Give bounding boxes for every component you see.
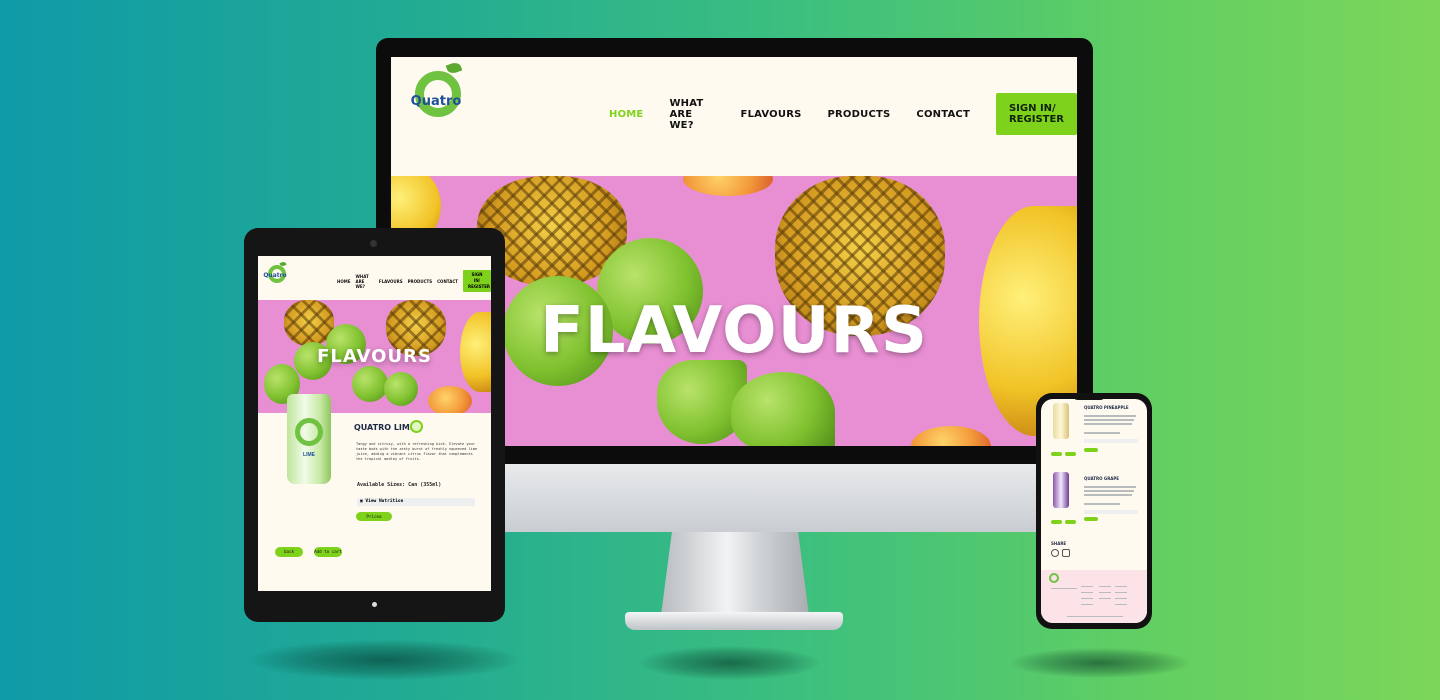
desktop-navbar: Quatro HOME WHAT ARE WE? FLAVOURS PRODUC… bbox=[391, 57, 1077, 175]
logo-ring-icon bbox=[295, 418, 323, 446]
footer-link bbox=[1081, 592, 1093, 593]
footer-link bbox=[1115, 604, 1127, 605]
hero-title: FLAVOURS bbox=[317, 346, 432, 367]
nav-flavours[interactable]: FLAVOURS bbox=[741, 109, 802, 120]
nutrition-toggle[interactable]: ▣ View Nutrition bbox=[357, 498, 475, 506]
nav-what-are-we[interactable]: WHAT ARE WE? bbox=[355, 274, 373, 289]
copyright-line bbox=[1067, 616, 1123, 617]
lime-wedge-image bbox=[352, 366, 388, 402]
footer-link bbox=[1051, 588, 1077, 589]
instagram-icon[interactable] bbox=[1062, 549, 1070, 557]
lime-wedge-image bbox=[731, 372, 835, 446]
add-to-cart-button[interactable]: Add to cart bbox=[314, 547, 342, 557]
nav-contact[interactable]: CONTACT bbox=[916, 109, 970, 120]
nav-home[interactable]: HOME bbox=[337, 279, 350, 284]
signin-button[interactable]: SIGN IN/ REGISTER bbox=[995, 93, 1077, 135]
logo-ring-icon bbox=[1049, 573, 1059, 583]
phone-screen: QUATRO PINEAPPLE QUATRO GRAPE SHARE bbox=[1041, 399, 1147, 623]
nav-what-are-we[interactable]: WHAT ARE WE? bbox=[669, 98, 714, 131]
product-sizes: Available Sizes: Can (355ml) bbox=[357, 482, 442, 488]
monitor-stand-base bbox=[625, 612, 843, 630]
product-description: Tangy and citrusy, with a refreshing kic… bbox=[356, 442, 478, 461]
nav-products[interactable]: PRODUCTS bbox=[828, 109, 891, 120]
leaf-icon bbox=[279, 261, 287, 267]
footer-link bbox=[1099, 586, 1111, 587]
can-label: LIME bbox=[303, 452, 315, 458]
nutrition-toggle[interactable] bbox=[1084, 510, 1138, 514]
home-button bbox=[372, 602, 377, 607]
lime-wedge-image bbox=[384, 372, 418, 406]
product-title: QUATRO LIME bbox=[354, 423, 416, 432]
nav-products[interactable]: PRODUCTS bbox=[408, 279, 433, 284]
footer-link bbox=[1081, 598, 1093, 599]
grape-can-image bbox=[1053, 472, 1069, 508]
back-button[interactable] bbox=[1051, 452, 1062, 456]
desktop-logo[interactable]: Quatro bbox=[405, 60, 467, 129]
phone-footer bbox=[1041, 570, 1147, 623]
lime-can-image: LIME bbox=[287, 394, 331, 484]
nutrition-label: View Nutrition bbox=[365, 499, 404, 504]
share-label: SHARE bbox=[1051, 541, 1067, 546]
price-button[interactable] bbox=[1084, 448, 1098, 452]
tablet-device: Quatro HOME WHAT ARE WE? FLAVOURS PRODUC… bbox=[244, 228, 505, 622]
text-line bbox=[1084, 486, 1136, 488]
footer-link bbox=[1081, 604, 1093, 605]
footer-link bbox=[1099, 592, 1111, 593]
text-line bbox=[1084, 423, 1132, 425]
tablet-screen: Quatro HOME WHAT ARE WE? FLAVOURS PRODUC… bbox=[258, 256, 491, 591]
tablet-logo[interactable]: Quatro bbox=[262, 261, 288, 288]
price-button[interactable] bbox=[1084, 517, 1098, 521]
logo-text: Quatro bbox=[263, 271, 287, 279]
footer-link bbox=[1115, 586, 1127, 587]
signin-button[interactable]: SIGN IN/ REGISTER bbox=[463, 270, 491, 292]
text-line bbox=[1084, 432, 1120, 434]
camera-icon bbox=[370, 240, 377, 247]
phone-shadow bbox=[1010, 648, 1190, 678]
desktop-menu: HOME WHAT ARE WE? FLAVOURS PRODUCTS CONT… bbox=[609, 93, 1077, 135]
back-button[interactable]: back bbox=[275, 547, 303, 557]
nav-contact[interactable]: CONTACT bbox=[437, 279, 458, 284]
add-to-cart-button[interactable] bbox=[1065, 520, 1076, 524]
peach-image bbox=[683, 176, 773, 196]
facebook-icon[interactable] bbox=[1051, 549, 1059, 557]
add-to-cart-button[interactable] bbox=[1065, 452, 1076, 456]
text-line bbox=[1084, 503, 1120, 505]
logo-text: Quatro bbox=[410, 93, 462, 109]
nav-flavours[interactable]: FLAVOURS bbox=[379, 279, 403, 284]
text-line bbox=[1084, 490, 1134, 492]
lime-icon bbox=[410, 420, 423, 433]
footer-logo[interactable] bbox=[1047, 572, 1061, 586]
nav-home[interactable]: HOME bbox=[609, 109, 643, 120]
tablet-menu: HOME WHAT ARE WE? FLAVOURS PRODUCTS CONT… bbox=[337, 270, 491, 292]
text-line bbox=[1084, 419, 1134, 421]
footer-link bbox=[1115, 592, 1127, 593]
footer-link bbox=[1099, 598, 1111, 599]
phone-device: QUATRO PINEAPPLE QUATRO GRAPE SHARE bbox=[1036, 393, 1152, 629]
text-line bbox=[1084, 415, 1136, 417]
phone-product-2-title: QUATRO GRAPE bbox=[1084, 476, 1120, 481]
pineapple-can-image bbox=[1053, 403, 1069, 439]
footer-link bbox=[1081, 586, 1093, 587]
tablet-shadow bbox=[250, 640, 520, 680]
phone-product-1-title: QUATRO PINEAPPLE bbox=[1084, 405, 1129, 410]
nutrition-toggle[interactable] bbox=[1084, 439, 1138, 443]
peach-image bbox=[911, 426, 991, 446]
back-button[interactable] bbox=[1051, 520, 1062, 524]
footer-link bbox=[1115, 598, 1127, 599]
monitor-stand bbox=[660, 531, 810, 623]
peach-image bbox=[428, 386, 472, 413]
price-button[interactable]: Pricea bbox=[356, 512, 392, 521]
text-line bbox=[1084, 494, 1132, 496]
phone-notch bbox=[1072, 393, 1106, 400]
monitor-shadow bbox=[640, 646, 820, 680]
